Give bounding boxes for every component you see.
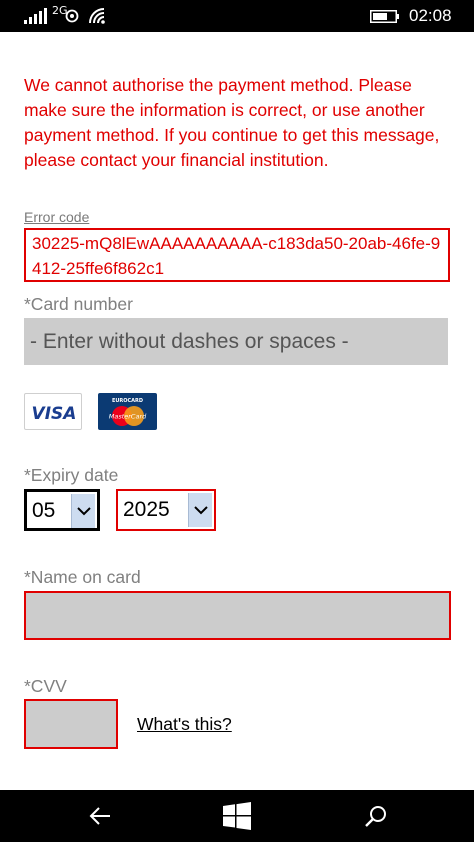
expiry-date-label: *Expiry date bbox=[24, 465, 119, 485]
expiry-month-value: 05 bbox=[32, 499, 56, 522]
visa-logo: VISA bbox=[24, 393, 82, 430]
card-number-label: *Card number bbox=[24, 294, 133, 314]
clock: 02:08 bbox=[409, 6, 452, 25]
back-arrow-icon bbox=[89, 807, 110, 825]
status-bar: 2G 02:08 bbox=[0, 0, 474, 32]
windows-logo-icon bbox=[223, 802, 251, 830]
search-button[interactable] bbox=[346, 790, 406, 842]
data-sync-icon bbox=[65, 9, 79, 23]
svg-text:EUROCARD: EUROCARD bbox=[112, 398, 143, 404]
name-on-card-label: *Name on card bbox=[24, 567, 141, 587]
chevron-down-icon[interactable] bbox=[71, 494, 95, 528]
back-button[interactable] bbox=[70, 790, 130, 842]
expiry-year-value: 2025 bbox=[123, 498, 170, 521]
start-button[interactable] bbox=[207, 790, 267, 842]
error-code-label: Error code bbox=[24, 209, 90, 225]
wifi-icon bbox=[89, 8, 105, 24]
expiry-month-select[interactable]: 05 bbox=[24, 489, 100, 531]
battery-icon bbox=[370, 10, 399, 23]
signal-strength-icon bbox=[24, 8, 47, 24]
error-code-value[interactable]: 30225-mQ8lEwAAAAAAAAAA-c183da50-20ab-46f… bbox=[24, 228, 450, 282]
mastercard-logo: EUROCARD MasterCard bbox=[98, 393, 157, 430]
expiry-year-select[interactable]: 2025 bbox=[116, 489, 216, 531]
name-on-card-input[interactable] bbox=[24, 591, 451, 640]
navigation-bar bbox=[0, 790, 474, 842]
cvv-help-link[interactable]: What's this? bbox=[137, 713, 232, 735]
search-icon bbox=[365, 806, 386, 827]
error-message: We cannot authorise the payment method. … bbox=[24, 75, 440, 170]
svg-text:VISA: VISA bbox=[32, 404, 77, 424]
svg-text:MasterCard: MasterCard bbox=[109, 413, 147, 421]
card-number-input[interactable] bbox=[24, 318, 448, 365]
cvv-label: *CVV bbox=[24, 676, 67, 696]
chevron-down-icon[interactable] bbox=[188, 493, 212, 527]
cvv-input[interactable] bbox=[24, 699, 118, 749]
